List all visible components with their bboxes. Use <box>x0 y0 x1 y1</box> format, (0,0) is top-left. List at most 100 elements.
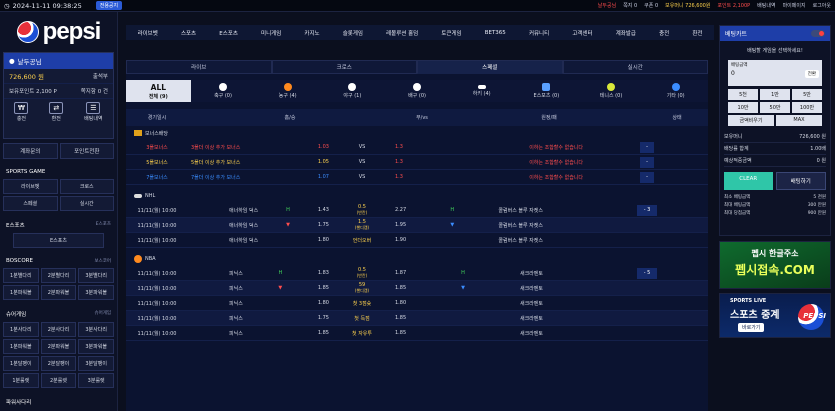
attendance-link[interactable]: 출석부 <box>93 72 108 80</box>
nav-item[interactable]: E스포츠 <box>219 29 238 37</box>
away-odd-cell[interactable]: 1.85 새크라멘토 <box>392 330 586 337</box>
site-logo[interactable]: pepsi <box>0 12 117 52</box>
tab-realtime[interactable]: 실시간 <box>562 60 708 74</box>
more-bets-button[interactable]: - 3 <box>637 204 657 216</box>
sure-game-btn[interactable]: 1분파워볼 <box>3 339 39 354</box>
away-odd-cell[interactable]: 2.27 H 콜럼버스 블루 자켓스 <box>392 207 586 214</box>
sure-game-btn[interactable]: 1분사다리 <box>3 322 39 337</box>
away-odd-cell[interactable]: 1.80 새크라멘토 <box>392 300 586 307</box>
sports-live-banner[interactable]: SPORTS LIVE 스포츠 중계 바로가기 PEPSI <box>719 293 831 338</box>
deposit-button[interactable]: ₩ 충전 <box>14 102 29 122</box>
sure-game-btn[interactable]: 3분사다리 <box>78 322 114 337</box>
nav-item[interactable]: 고객센터 <box>572 29 592 37</box>
home-odd-cell[interactable]: 애너하임 덕스 ▼ 1.75 <box>188 222 332 229</box>
sure-game-btn[interactable]: 3분파워볼 <box>78 339 114 354</box>
sure-game-btn[interactable]: 3분달팽이 <box>78 356 114 371</box>
bonus-away-cell[interactable]: 1.3 이하는 조합할수 없습니다 <box>392 159 586 166</box>
away-odd-cell[interactable]: 1.85 ▼ 새크라멘토 <box>392 285 586 292</box>
draw-cell[interactable]: 0.5 (반칸) <box>332 267 392 279</box>
nav-item[interactable]: BET365 <box>485 30 506 36</box>
sport-filter-hockey[interactable]: 하키 (4) <box>449 80 514 102</box>
nav-item[interactable]: 계좌발급 <box>616 29 636 37</box>
boscore-btn[interactable]: 3분별다리 <box>78 268 114 283</box>
home-odd-cell[interactable]: 피닉스 ▼ 1.85 <box>188 285 332 292</box>
nav-item[interactable]: 커뮤니티 <box>529 29 549 37</box>
bet-amount-convert-button[interactable]: 전환 <box>804 70 819 78</box>
sure-game-btn[interactable]: 1분룰렛 <box>3 373 39 388</box>
messagebox-link[interactable]: 쪽지함 0 건 <box>81 87 108 95</box>
away-odd-cell[interactable]: 1.90 콜럼버스 블루 자켓스 <box>392 237 586 244</box>
bonus-away-cell[interactable]: 1.3 이하는 조합할수 없습니다 <box>392 144 586 151</box>
point-convert-button[interactable]: 포인트전환 <box>59 143 114 159</box>
away-odd-cell[interactable]: 1.87 H 새크라멘토 <box>392 270 586 277</box>
sure-game-btn[interactable]: 3분룰렛 <box>78 373 114 388</box>
sure-game-btn[interactable]: 2분사다리 <box>40 322 77 337</box>
boscore-btn[interactable]: 1분파워볼 <box>3 285 39 300</box>
notice-button[interactable]: 전용공지 <box>95 1 123 10</box>
draw-cell[interactable]: 첫 자유투 <box>332 330 392 337</box>
tab-cross[interactable]: 크로스 <box>271 60 417 74</box>
sidebar-esports-button[interactable]: E스포츠 <box>13 233 104 248</box>
nav-item[interactable]: 라이브벳 <box>138 29 158 37</box>
boscore-btn[interactable]: 2분파워볼 <box>40 285 77 300</box>
bonus-home-cell[interactable]: 7폴더 이상 추가 보너스 1.07 <box>188 174 332 181</box>
top-messages[interactable]: 쪽지 0 <box>623 2 637 9</box>
chip-button[interactable]: 1만 <box>760 89 790 100</box>
home-odd-cell[interactable]: 피닉스 1.75 <box>188 315 332 322</box>
sport-filter-basketball[interactable]: 농구 (4) <box>255 80 320 102</box>
home-odd-cell[interactable]: 피닉스 1.85 <box>188 330 332 337</box>
clear-button[interactable]: CLEAR <box>724 172 773 190</box>
sport-filter-tennis[interactable]: 테니스 (0) <box>579 80 644 102</box>
nav-item[interactable]: 환전 <box>692 29 702 37</box>
top-mypage[interactable]: 마이페이지 <box>783 2 806 9</box>
chip-button[interactable]: 50만 <box>760 102 790 113</box>
sport-filter-baseball[interactable]: 야구 (1) <box>320 80 385 102</box>
max-amount-button[interactable]: MAX <box>776 115 822 126</box>
chip-button[interactable]: 10만 <box>728 102 758 113</box>
boscore-btn[interactable]: 2분별다리 <box>40 268 77 283</box>
sport-filter-all[interactable]: ALL 전체 (9) <box>126 80 191 102</box>
bonus-home-cell[interactable]: 5폴더 이상 추가 보너스 1.05 <box>188 159 332 166</box>
sport-filter-other[interactable]: 기타 (0) <box>643 80 708 102</box>
draw-cell[interactable]: 언더오버 <box>332 237 392 244</box>
nav-item[interactable]: 카지노 <box>304 29 319 37</box>
draw-cell[interactable]: 첫 득점 <box>332 315 392 322</box>
nav-item[interactable]: 충전 <box>659 29 669 37</box>
account-inquiry-button[interactable]: 계좌문의 <box>3 143 58 159</box>
draw-cell[interactable]: 1.5 (핸디캡) <box>332 219 392 231</box>
draw-cell[interactable]: 0.5 (반칸) <box>332 204 392 216</box>
withdraw-button[interactable]: ⇄ 환전 <box>49 102 64 122</box>
home-odd-cell[interactable]: 애너하임 덕스 1.80 <box>188 237 332 244</box>
sports-live-go-button[interactable]: 바로가기 <box>738 323 765 332</box>
nav-item[interactable]: 스포츠 <box>181 29 196 37</box>
sure-game-btn[interactable]: 2분파워볼 <box>40 339 77 354</box>
more-bets-button[interactable]: - 5 <box>637 267 657 279</box>
bonus-bet-button[interactable]: - <box>640 171 654 183</box>
bonus-home-cell[interactable]: 3폴더 이상 추가 보너스 1.03 <box>188 144 332 151</box>
bet-amount-input[interactable]: 0 <box>731 70 735 78</box>
sidebar-realtime[interactable]: 실시간 <box>59 196 114 211</box>
top-bet-history[interactable]: 배팅내역 <box>757 2 775 9</box>
bet-slip-toggle[interactable] <box>811 30 825 37</box>
nav-item[interactable]: 미니게임 <box>261 29 281 37</box>
clear-amount-button[interactable]: 금액비우기 <box>728 115 774 126</box>
home-odd-cell[interactable]: 피닉스 1.80 <box>188 300 332 307</box>
home-odd-cell[interactable]: 피닉스 H 1.83 <box>188 270 332 277</box>
nav-item[interactable]: 토큰게임 <box>441 29 461 37</box>
boscore-btn[interactable]: 3분파워볼 <box>78 285 114 300</box>
sport-filter-soccer[interactable]: 축구 (0) <box>191 80 256 102</box>
top-logout[interactable]: 로그아웃 <box>813 2 831 9</box>
top-username[interactable]: 날두공님 <box>598 2 616 9</box>
bonus-bet-button[interactable]: - <box>640 156 654 168</box>
sport-filter-esports[interactable]: E스포츠 (0) <box>514 80 579 102</box>
sure-game-btn[interactable]: 2분달팽이 <box>40 356 77 371</box>
boscore-btn[interactable]: 1분별다리 <box>3 268 39 283</box>
chip-button[interactable]: 5천 <box>728 89 758 100</box>
chip-button[interactable]: 100만 <box>792 102 822 113</box>
draw-cell[interactable]: 59 (핸디캡) <box>332 282 392 294</box>
sure-game-btn[interactable]: 1분달팽이 <box>3 356 39 371</box>
home-odd-cell[interactable]: 애너하임 덕스 H 1.43 <box>188 207 332 214</box>
top-coupons[interactable]: 쿠폰 0 <box>644 2 658 9</box>
nav-item[interactable]: 레볼루션 홀덤 <box>386 29 418 37</box>
place-bet-button[interactable]: 배팅하기 <box>775 172 826 190</box>
